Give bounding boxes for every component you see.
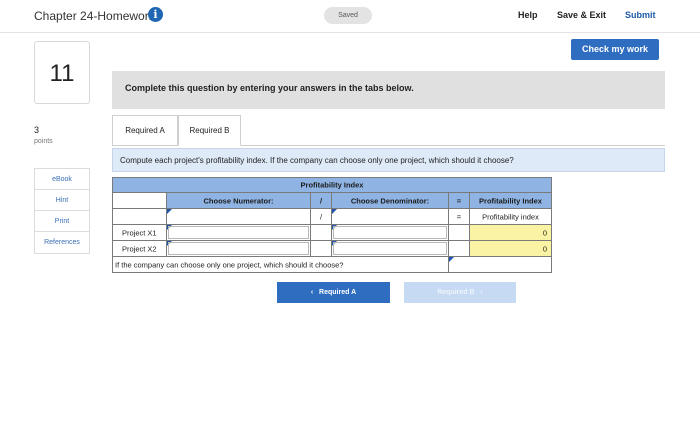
choice-question-cell: If the company can choose only one proje… (112, 256, 449, 273)
next-required-b-button[interactable]: Required B › (404, 282, 516, 303)
table-title: Profitability Index (300, 180, 364, 190)
equals-symbol: = (456, 196, 462, 205)
equals-cell-x1 (448, 224, 470, 241)
equals-cell-x2 (448, 240, 470, 257)
result-header: Profitability Index (479, 196, 542, 205)
tab-divider (241, 145, 665, 146)
row-label-project-x1: Project X1 (122, 228, 157, 237)
tab-required-a[interactable]: Required A (112, 115, 178, 146)
question-number: 11 (34, 41, 90, 104)
denominator-input-x2[interactable] (333, 242, 447, 255)
assignment-title: Chapter 24-Homework (34, 9, 155, 23)
choice-select[interactable] (448, 256, 552, 273)
tab-required-b[interactable]: Required B (178, 115, 241, 146)
numerator-select-x2[interactable] (166, 240, 311, 257)
prev-required-a-button[interactable]: ‹ Required A (277, 282, 390, 303)
chevron-left-icon: ‹ (310, 289, 314, 296)
submit-button[interactable]: Submit (625, 10, 656, 20)
result-subheader: Profitability index (482, 212, 539, 221)
denominator-select-subheader[interactable] (331, 208, 449, 225)
subheader-equals-symbol: = (456, 212, 462, 221)
prompt-text: Compute each project's profitability ind… (120, 156, 514, 165)
chevron-right-icon: › (480, 289, 483, 296)
top-bar: Chapter 24-Homework i Saved Help Save & … (0, 0, 700, 33)
result-header-cell: Profitability Index (469, 192, 552, 209)
row-label-project-x2: Project X2 (122, 244, 157, 253)
header-blank-cell (112, 192, 167, 209)
numerator-header: Choose Numerator: (203, 196, 274, 205)
table-row-label-cell: Project X1 (112, 224, 167, 241)
divide-cell-x2 (310, 240, 332, 257)
saved-status-badge: Saved (324, 7, 372, 24)
denominator-header: Choose Denominator: (350, 196, 430, 205)
save-exit-button[interactable]: Save & Exit (557, 10, 606, 20)
question-prompt: Compute each project's profitability ind… (112, 148, 665, 172)
instruction-banner: Complete this question by entering your … (112, 71, 665, 109)
denominator-input-x1[interactable] (333, 226, 447, 239)
result-cell-x1: 0 (469, 224, 552, 241)
numerator-select-x1[interactable] (166, 224, 311, 241)
numerator-select-subheader[interactable] (166, 208, 311, 225)
next-button-label: Required B (437, 289, 475, 296)
result-value-x1: 0 (542, 228, 547, 237)
equals-header-cell: = (448, 192, 470, 209)
subheader-divide-symbol: / (319, 212, 323, 221)
numerator-input-x2[interactable] (168, 242, 309, 255)
subheader-divide-cell: / (310, 208, 332, 225)
subheader-equals-cell: = (448, 208, 470, 225)
denominator-header-cell: Choose Denominator: (331, 192, 449, 209)
sidebar-item-ebook[interactable]: eBook (35, 169, 89, 190)
table-row-label-cell: Project X2 (112, 240, 167, 257)
numerator-input-x1[interactable] (168, 226, 309, 239)
denominator-select-x1[interactable] (331, 224, 449, 241)
points-label: points (34, 138, 53, 145)
sidebar-item-print[interactable]: Print (35, 211, 89, 232)
divide-header-cell: / (310, 192, 332, 209)
result-subheader-cell: Profitability index (469, 208, 552, 225)
sidebar-item-references[interactable]: References (35, 232, 89, 253)
result-cell-x2: 0 (469, 240, 552, 257)
check-my-work-button[interactable]: Check my work (571, 39, 659, 60)
help-button[interactable]: Help (518, 10, 538, 20)
subheader-blank-cell (112, 208, 167, 225)
points-value: 3 (34, 125, 40, 135)
resources-sidebar: eBook Hint Print References (34, 168, 90, 254)
table-title-cell: Profitability Index (112, 177, 552, 193)
divide-cell-x1 (310, 224, 332, 241)
numerator-header-cell: Choose Numerator: (166, 192, 311, 209)
profitability-index-table: Profitability Index Choose Numerator: / … (112, 177, 552, 274)
info-icon[interactable]: i (148, 7, 163, 22)
divide-symbol: / (319, 196, 323, 205)
prev-button-label: Required A (319, 289, 357, 296)
choice-question: If the company can choose only one proje… (115, 260, 344, 269)
denominator-select-x2[interactable] (331, 240, 449, 257)
sidebar-item-hint[interactable]: Hint (35, 190, 89, 211)
banner-text: Complete this question by entering your … (125, 83, 414, 93)
result-value-x2: 0 (542, 244, 547, 253)
